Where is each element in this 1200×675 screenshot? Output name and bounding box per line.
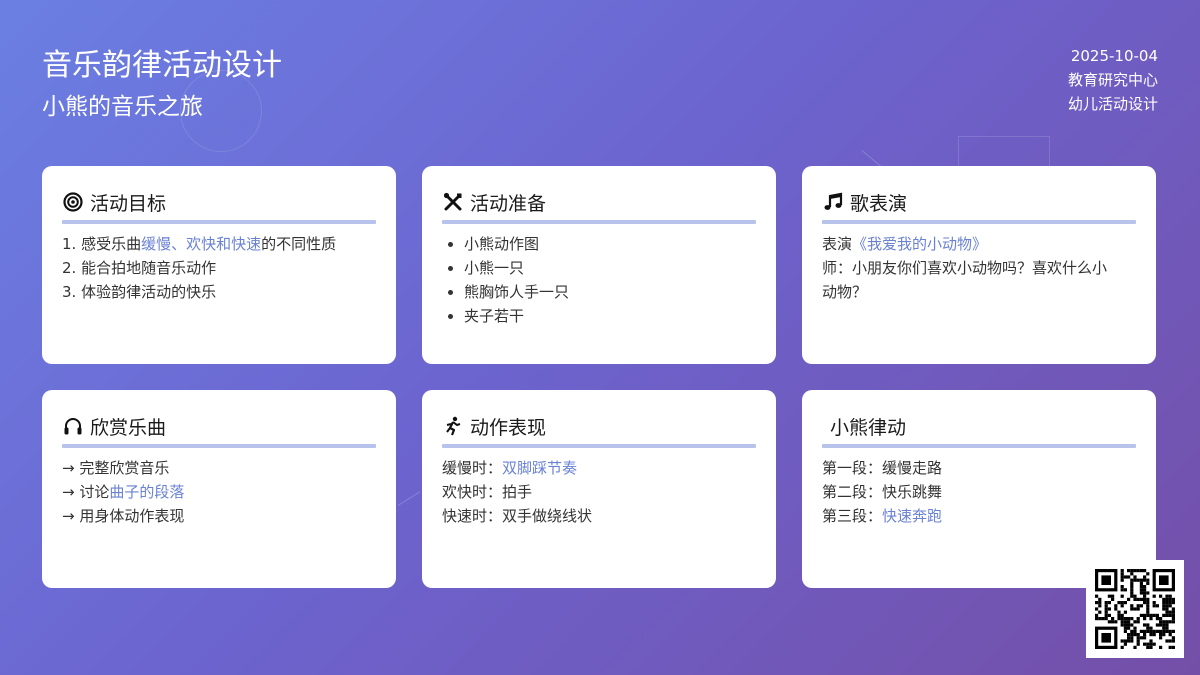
goals-list: 1. 感受乐曲缓慢、欢快和快速的不同性质 2. 能合拍地随音乐动作 3. 体验韵…: [62, 232, 376, 304]
card-title: 活动目标: [90, 192, 167, 215]
card-divider: [442, 220, 756, 224]
card-title: 欣赏乐曲: [90, 416, 167, 439]
page-title: 音乐韵律活动设计: [42, 48, 282, 83]
card-divider: [822, 220, 1136, 224]
card-movement-expression: 动作表现 缓慢时：双脚踩节奏 欢快时：拍手 快速时：双手做绕线状: [422, 390, 776, 588]
card-divider: [442, 444, 756, 448]
card-header: 活动准备: [442, 186, 756, 218]
card-header: 活动目标: [62, 186, 376, 218]
list-item: 3. 体验韵律活动的快乐: [62, 283, 217, 301]
decorative-line: [397, 491, 421, 506]
list-item: 夹子若干: [464, 304, 756, 328]
card-title: 歌表演: [850, 192, 908, 215]
list-item: 缓慢时：双脚踩节奏: [442, 459, 578, 477]
dialogue-line: 动物？: [822, 283, 868, 301]
target-icon: [62, 191, 84, 213]
list-item: 第二段：快乐跳舞: [822, 483, 943, 501]
card-header: 歌表演: [822, 186, 1136, 218]
category-text: 幼儿活动设计: [1067, 95, 1158, 113]
list-item: 欢快时：拍手: [442, 483, 533, 501]
card-header: 动作表现: [442, 410, 756, 442]
list-item: 1. 感受乐曲缓慢、欢快和快速的不同性质: [62, 235, 337, 253]
list-item: → 用身体动作表现: [62, 507, 185, 525]
card-header: 欣赏乐曲: [62, 410, 376, 442]
header-meta: 2025-10-04 教育研究中心 幼儿活动设计: [1068, 44, 1158, 116]
music-note-icon: [822, 191, 844, 213]
tools-icon: [442, 191, 464, 213]
list-item: → 讨论曲子的段落: [62, 483, 185, 501]
card-music-appreciation: 欣赏乐曲 → 完整欣赏音乐 → 讨论曲子的段落 → 用身体动作表现: [42, 390, 396, 588]
org-text: 教育研究中心: [1067, 71, 1158, 89]
card-title: 小熊律动: [830, 416, 907, 439]
prep-list: 小熊动作图 小熊一只 熊胸饰人手一只 夹子若干: [442, 232, 756, 328]
card-activity-goals: 活动目标 1. 感受乐曲缓慢、欢快和快速的不同性质 2. 能合拍地随音乐动作 3…: [42, 166, 396, 364]
card-activity-prep: 活动准备 小熊动作图 小熊一只 熊胸饰人手一只 夹子若干: [422, 166, 776, 364]
list-item: → 完整欣赏音乐: [62, 459, 170, 477]
card-header: 小熊律动: [822, 410, 1136, 442]
headphones-icon: [62, 415, 84, 437]
qr-code: [1086, 560, 1184, 658]
card-title: 活动准备: [470, 192, 547, 215]
song-line: 表演《我爱我的小动物》: [822, 235, 988, 253]
dialogue-line: 师：小朋友你们喜欢小动物吗？喜欢什么小: [822, 259, 1108, 277]
card-bear-rhythm: 小熊律动 第一段：缓慢走路 第二段：快乐跳舞 第三段：快速奔跑: [802, 390, 1156, 588]
list-item: 第三段：快速奔跑: [822, 507, 943, 525]
list-item: 2. 能合拍地随音乐动作: [62, 259, 217, 277]
list-item: 熊胸饰人手一只: [464, 280, 756, 304]
page-subtitle: 小熊的音乐之旅: [42, 94, 203, 120]
list-item: 小熊一只: [464, 256, 756, 280]
card-divider: [62, 220, 376, 224]
date-text: 2025-10-04: [1070, 47, 1158, 65]
card-divider: [62, 444, 376, 448]
running-icon: [442, 415, 464, 437]
card-title: 动作表现: [470, 416, 547, 439]
list-item: 第一段：缓慢走路: [822, 459, 943, 477]
card-song-performance: 歌表演 表演《我爱我的小动物》 师：小朋友你们喜欢小动物吗？喜欢什么小 动物？: [802, 166, 1156, 364]
list-item: 快速时：双手做绕线状: [442, 507, 593, 525]
list-item: 小熊动作图: [464, 232, 756, 256]
card-divider: [822, 444, 1136, 448]
